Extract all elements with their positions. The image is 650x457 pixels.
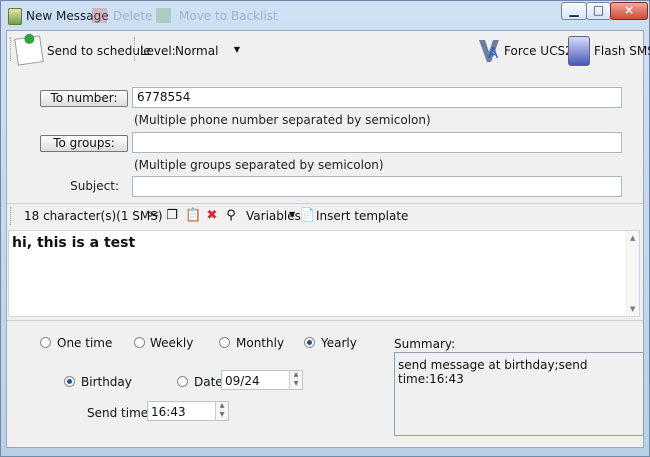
paste-icon[interactable]: 📋 [185,209,201,223]
close-icon: × [623,3,635,17]
date-label: Date [194,375,223,389]
delete-ghost-icon [92,8,107,23]
copy-icon[interactable]: ❐ [165,209,179,223]
title-bar: New Message Delete Move to Backlist ▁ □ … [1,1,649,31]
move-ghost-label: Move to Backlist [179,9,278,23]
scroll-down-icon[interactable]: ▼ [630,305,635,313]
ucs2-icon[interactable]: A [477,36,501,64]
monthly-radio[interactable] [219,337,230,348]
move-ghost-icon [156,8,171,23]
maximize-icon: □ [592,3,605,17]
down-icon[interactable]: ▼ [216,411,228,420]
delete-ghost-label: Delete [113,9,153,23]
date-value: 09/24 [225,374,260,388]
to-number-button[interactable]: To number: [40,90,128,107]
subject-input[interactable] [132,176,622,197]
main-toolbar: Send to schedule Level: Normal ▼ A Force… [7,31,650,67]
send-time-value: 16:43 [151,405,186,419]
to-groups-input[interactable] [132,132,622,153]
message-editor: Send to schedule Level: Normal ▼ A Force… [6,30,650,448]
character-count: 18 character(s)(1 SMS) [24,209,163,223]
delete-icon[interactable]: ✖ [205,209,219,223]
date-input[interactable]: 09/24 ▲ ▼ [221,370,303,390]
flash-sms-button[interactable]: Flash SMS [594,44,650,58]
message-scrollbar[interactable]: ▲ ▼ [626,231,639,316]
minimize-icon: ▁ [569,3,579,17]
message-textarea[interactable]: hi, this is a test ▲ ▼ [8,230,640,317]
send-time-input[interactable]: 16:43 ▲ ▼ [147,401,229,421]
link-icon[interactable]: ⚲ [224,209,238,223]
summary-label: Summary: [394,337,456,351]
summary-box: send message at birthday;send time:16:43 [394,352,644,436]
one-time-label: One time [57,336,113,350]
minimize-button[interactable]: ▁ [561,2,587,20]
one-time-radio[interactable] [40,337,51,348]
to-groups-hint: (Multiple groups separated by semicolon) [134,158,384,172]
toolbar-grip[interactable] [10,37,14,61]
toolbar-separator [134,37,138,61]
weekly-label: Weekly [150,336,194,350]
template-icon[interactable]: 📄 [299,209,315,223]
birthday-label: Birthday [81,375,132,389]
birthday-radio[interactable] [64,376,75,387]
to-number-input[interactable]: 6778554 [132,87,622,108]
date-radio[interactable] [177,376,188,387]
new-message-window: New Message Delete Move to Backlist ▁ □ … [0,0,650,457]
divider [7,203,643,204]
up-icon[interactable]: ▲ [216,402,228,411]
insert-template-button[interactable]: Insert template [316,209,408,223]
send-time-stepper[interactable]: ▲ ▼ [215,402,228,420]
weekly-radio[interactable] [134,337,145,348]
down-icon[interactable]: ▼ [290,380,302,389]
send-time-label: Send time: [87,406,153,420]
app-icon [8,8,22,25]
to-groups-button[interactable]: To groups: [40,135,128,152]
schedule-divider [7,320,643,321]
maximize-button[interactable]: □ [586,2,611,20]
message-text: hi, this is a test [12,235,136,251]
cut-icon[interactable]: ✂ [147,209,161,223]
summary-text: send message at birthday;send time:16:43 [398,358,588,386]
level-label: Level: [140,44,176,58]
send-icon[interactable] [14,35,44,66]
yearly-radio[interactable] [304,337,315,348]
editor-toolbar-grip[interactable] [10,207,14,225]
monthly-label: Monthly [236,336,285,350]
close-button[interactable]: × [610,2,648,20]
up-icon[interactable]: ▲ [290,371,302,380]
yearly-label: Yearly [321,336,357,350]
subject-label: Subject: [70,179,119,193]
flash-icon[interactable] [568,36,590,66]
variables-chevron-down-icon[interactable]: ▼ [289,210,295,219]
to-number-hint: (Multiple phone number separated by semi… [134,113,431,127]
force-ucs2-button[interactable]: Force UCS2 [504,44,573,58]
chevron-down-icon: ▼ [233,45,240,54]
date-stepper[interactable]: ▲ ▼ [289,371,302,389]
level-value: Normal [175,44,219,58]
scroll-up-icon[interactable]: ▲ [630,234,635,242]
level-select[interactable]: Normal ▼ [172,41,242,61]
svg-text:A: A [488,44,499,62]
